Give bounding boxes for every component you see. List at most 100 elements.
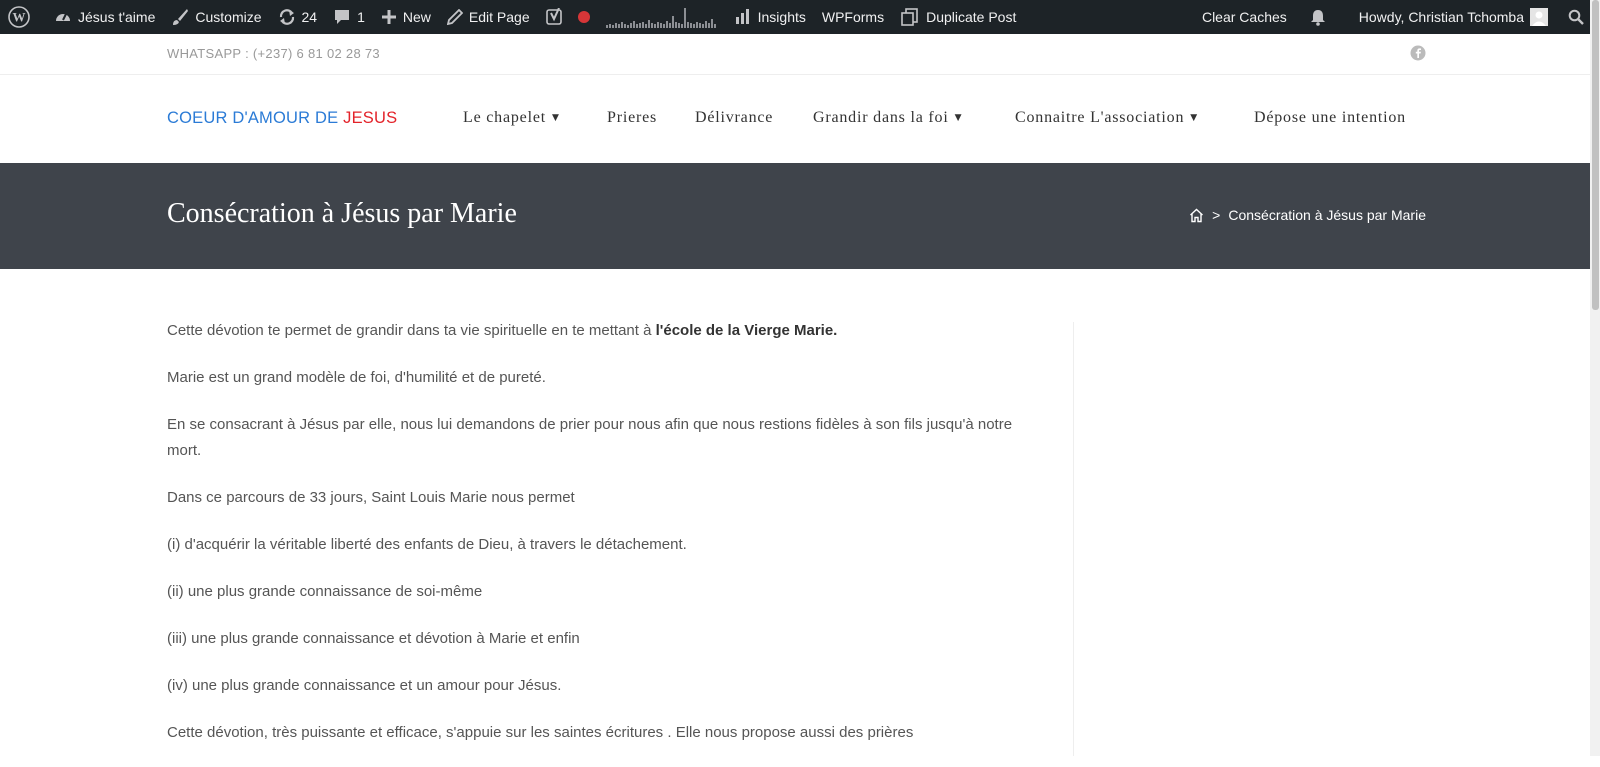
pencil-icon xyxy=(446,9,463,25)
paragraph-text: Cette dévotion te permet de grandir dans… xyxy=(167,322,656,339)
sparkline-bar xyxy=(674,22,677,28)
sparkline-bar xyxy=(611,25,614,28)
sparkline-bar xyxy=(629,23,632,28)
logo-text-red: JESUS xyxy=(343,109,398,127)
content-paragraph: (iii) une plus grande connaissance et dé… xyxy=(167,630,580,647)
sparkline-bar xyxy=(683,8,686,28)
wpforms-link[interactable]: WPForms xyxy=(814,0,892,34)
bar-chart-icon xyxy=(735,9,749,24)
updates-count: 24 xyxy=(301,9,318,25)
sidebar-divider xyxy=(1073,322,1074,756)
edit-page-label: Edit Page xyxy=(468,9,530,25)
breadcrumb-separator: > xyxy=(1212,207,1221,223)
sparkline-bar xyxy=(623,24,626,28)
sparkline-bar xyxy=(704,21,707,28)
yoast-menu[interactable] xyxy=(538,0,598,34)
clear-caches-link[interactable]: Clear Caches xyxy=(1194,0,1301,34)
whatsapp-contact: WHATSAPP : (+237) 6 81 02 28 73 xyxy=(167,46,380,61)
sparkline-bar xyxy=(614,23,617,28)
dashboard-icon xyxy=(56,13,70,21)
nav-label: Prieres xyxy=(607,109,658,126)
sparkline-bar xyxy=(662,24,665,28)
nav-item-chapelet[interactable]: Le chapelet ▼ xyxy=(463,109,560,127)
site-name: Jésus t'aime xyxy=(78,9,156,25)
sparkline-bar xyxy=(707,23,710,28)
sparkline-bar xyxy=(713,24,716,28)
nav-item-association[interactable]: Connaitre L'association ▼ xyxy=(1015,109,1198,127)
page-title-bar: Consécration à Jésus par Marie > Consécr… xyxy=(0,163,1590,269)
new-content-link[interactable]: New xyxy=(373,0,439,34)
sparkline-bar xyxy=(680,24,683,28)
nav-item-prieres[interactable]: Prieres xyxy=(607,109,657,127)
insights-label: Insights xyxy=(757,9,806,25)
duplicate-post-link[interactable]: Duplicate Post xyxy=(892,0,1024,34)
nav-item-grandir-foi[interactable]: Grandir dans la foi ▼ xyxy=(813,109,962,127)
sparkline-bar xyxy=(641,22,644,28)
site-header: COEUR D'AMOUR DE JESUS Le chapelet ▼ Prie… xyxy=(0,75,1590,163)
nav-item-delivrance[interactable]: Délivrance xyxy=(695,109,773,127)
sparkline-bar xyxy=(677,23,680,28)
content-paragraph: Cette dévotion te permet de grandir dans… xyxy=(167,318,1017,344)
yoast-icon xyxy=(545,8,562,25)
customize-label: Customize xyxy=(195,9,262,25)
sparkline-bar xyxy=(659,23,662,28)
nav-item-intention[interactable]: Dépose une intention xyxy=(1254,109,1406,127)
content-paragraph: Marie est un grand modèle de foi, d'humi… xyxy=(167,369,546,386)
customize-link[interactable]: Customize xyxy=(163,0,269,34)
sparkline-bar xyxy=(671,16,674,28)
page-content: Cette dévotion te permet de grandir dans… xyxy=(167,318,1017,767)
sparkline-bar xyxy=(656,22,659,28)
nav-label: Délivrance xyxy=(695,109,774,126)
site-logo[interactable]: COEUR D'AMOUR DE JESUS xyxy=(167,109,397,128)
sparkline-bar xyxy=(698,23,701,28)
site-name-menu[interactable]: Jésus t'aime xyxy=(46,0,163,34)
duplicate-post-label: Duplicate Post xyxy=(926,9,1017,25)
sparkline-bar xyxy=(632,21,635,28)
nav-label: Grandir dans la foi xyxy=(813,109,949,126)
sparkline-bar xyxy=(689,23,692,28)
nav-label: Le chapelet xyxy=(463,109,546,126)
scrollbar-thumb[interactable] xyxy=(1592,0,1599,310)
chevron-down-icon: ▼ xyxy=(551,113,560,123)
wordpress-logo[interactable]: W xyxy=(0,0,46,34)
comments-link[interactable]: 1 xyxy=(325,0,373,34)
svg-text:W: W xyxy=(13,10,26,25)
sparkline-bar xyxy=(620,22,623,28)
sparkline-bar xyxy=(626,25,629,28)
content-paragraph: Cette dévotion, très puissante et effica… xyxy=(167,724,914,741)
avatar-icon xyxy=(1530,8,1548,26)
updates-link[interactable]: 24 xyxy=(270,0,326,34)
updates-icon xyxy=(279,9,294,25)
edit-page-link[interactable]: Edit Page xyxy=(439,0,538,34)
stats-sparkline[interactable] xyxy=(605,6,716,28)
sparkline-bar xyxy=(710,19,713,28)
sparkline-bar xyxy=(701,24,704,28)
sparkline-bar xyxy=(608,24,611,28)
sparkline-bar xyxy=(635,24,638,28)
wordpress-logo-icon: W xyxy=(8,6,30,28)
sparkline-bar xyxy=(638,23,641,28)
clear-caches-label: Clear Caches xyxy=(1201,9,1287,25)
insights-link[interactable]: Insights xyxy=(726,0,814,34)
notifications-button[interactable] xyxy=(1301,0,1351,34)
chevron-down-icon: ▼ xyxy=(1190,113,1198,123)
search-icon xyxy=(1568,9,1584,25)
breadcrumb: > Consécration à Jésus par Marie xyxy=(1189,207,1426,223)
facebook-icon[interactable] xyxy=(1410,45,1426,61)
chevron-down-icon: ▼ xyxy=(954,113,963,123)
sparkline-bar xyxy=(644,24,647,28)
content-paragraph: (iv) une plus grande connaissance et un … xyxy=(167,677,562,694)
top-bar: WHATSAPP : (+237) 6 81 02 28 73 xyxy=(0,34,1590,75)
duplicate-icon xyxy=(901,8,918,26)
sparkline-bar xyxy=(665,21,668,28)
logo-text-blue: COEUR D'AMOUR DE xyxy=(167,109,344,127)
content-paragraph: (ii) une plus grande connaissance de soi… xyxy=(167,583,483,600)
sparkline-bar xyxy=(650,23,653,28)
home-icon[interactable] xyxy=(1189,208,1204,223)
sparkline-bar xyxy=(668,23,671,28)
nav-label: Dépose une intention xyxy=(1254,109,1406,126)
content-paragraph: Dans ce parcours de 33 jours, Saint Loui… xyxy=(167,489,575,506)
sparkline-bar xyxy=(653,24,656,28)
my-account-menu[interactable]: Howdy, Christian Tchomba xyxy=(1351,0,1556,34)
admin-bar: W Jésus t'aime Customize 24 1 New Edit P… xyxy=(0,0,1600,34)
